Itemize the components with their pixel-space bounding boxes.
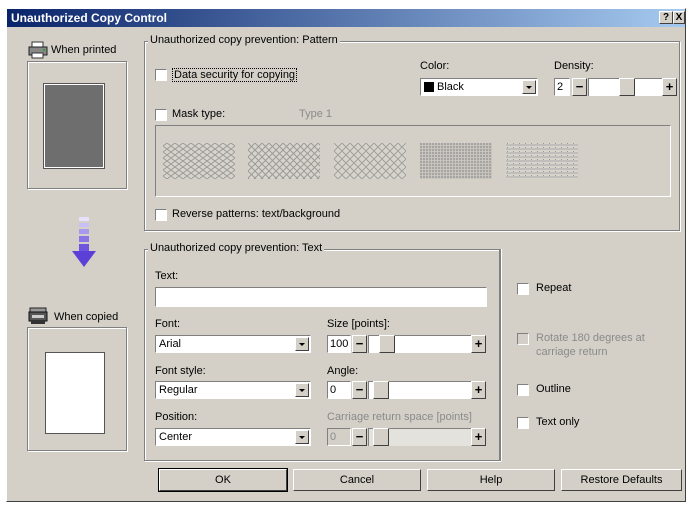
- ok-button[interactable]: OK: [159, 469, 287, 491]
- chevron-down-icon[interactable]: [295, 337, 309, 351]
- reverse-patterns-checkbox[interactable]: [155, 209, 167, 221]
- rotate-180-checkbox: [517, 333, 529, 345]
- down-arrow-icon: [71, 217, 97, 274]
- repeat-checkbox[interactable]: [517, 283, 529, 295]
- repeat-label: Repeat: [536, 282, 572, 294]
- carriage-decrease-button[interactable]: −: [352, 428, 367, 446]
- carriage-slider-thumb[interactable]: [373, 428, 389, 446]
- outline-checkbox[interactable]: [517, 384, 529, 396]
- angle-label: Angle:: [327, 365, 359, 377]
- pattern-thumbnail-1[interactable]: [163, 143, 235, 179]
- font-select[interactable]: Arial: [155, 335, 311, 353]
- font-style-select[interactable]: Regular: [155, 381, 311, 399]
- when-copied-label: When copied: [54, 311, 119, 323]
- printer-icon: [28, 41, 48, 62]
- chevron-down-icon[interactable]: [295, 383, 309, 397]
- angle-slider-track[interactable]: [368, 381, 472, 399]
- position-select[interactable]: Center: [155, 428, 311, 446]
- data-security-checkbox[interactable]: [155, 69, 167, 81]
- dialog-window: Unauthorized Copy Control ? X When print…: [6, 8, 686, 502]
- density-decrease-button[interactable]: −: [572, 78, 587, 96]
- density-slider-track[interactable]: [588, 78, 662, 96]
- density-slider-thumb[interactable]: [619, 78, 635, 96]
- carriage-increase-button[interactable]: +: [471, 428, 486, 446]
- pattern-thumbnail-3[interactable]: [334, 143, 406, 179]
- size-label: Size [points]:: [327, 318, 390, 330]
- text-label: Text:: [155, 270, 179, 282]
- reverse-patterns-label: Reverse patterns: text/background: [172, 208, 341, 220]
- density-increase-button[interactable]: +: [662, 78, 677, 96]
- position-label: Position:: [155, 411, 198, 423]
- outline-label: Outline: [536, 383, 571, 395]
- mask-type-value: Type 1: [299, 108, 333, 120]
- text-group-divider: [500, 249, 502, 461]
- size-slider-thumb[interactable]: [379, 335, 395, 353]
- cancel-button[interactable]: Cancel: [293, 469, 421, 491]
- size-decrease-button[interactable]: −: [352, 335, 367, 353]
- color-swatch: [424, 82, 434, 92]
- mask-type-label: Mask type:: [172, 108, 226, 120]
- help-button[interactable]: Help: [427, 469, 555, 491]
- printed-preview-page: [44, 84, 104, 168]
- data-security-label: Data security for copying: [172, 68, 298, 82]
- mask-type-checkbox[interactable]: [155, 109, 167, 121]
- density-value[interactable]: 2: [554, 78, 570, 96]
- window-title: Unauthorized Copy Control: [11, 11, 167, 25]
- font-style-label: Font style:: [155, 365, 206, 377]
- copier-icon: [28, 307, 48, 328]
- chevron-down-icon[interactable]: [295, 430, 309, 444]
- rotate-180-label-line1: Rotate 180 degrees at: [536, 332, 645, 344]
- carriage-space-value: 0: [327, 428, 351, 446]
- printed-preview-frame: [27, 61, 127, 189]
- restore-defaults-button[interactable]: Restore Defaults: [561, 469, 682, 491]
- angle-value[interactable]: 0: [327, 381, 351, 399]
- copied-preview-page: [45, 352, 105, 434]
- pattern-thumbnail-5[interactable]: [506, 143, 578, 179]
- pattern-thumbnail-4[interactable]: [420, 143, 492, 179]
- color-label: Color:: [420, 60, 450, 72]
- density-label: Density:: [554, 60, 594, 72]
- text-group-title: Unauthorized copy prevention: Text: [148, 242, 325, 254]
- help-title-button[interactable]: ?: [659, 11, 673, 24]
- font-label: Font:: [155, 318, 181, 330]
- copied-preview-frame: [27, 327, 127, 451]
- pattern-thumbnail-2[interactable]: [248, 143, 320, 179]
- size-slider-track[interactable]: [368, 335, 472, 353]
- angle-decrease-button[interactable]: −: [352, 381, 367, 399]
- angle-slider-thumb[interactable]: [373, 381, 389, 399]
- title-bar: Unauthorized Copy Control ? X: [7, 9, 685, 27]
- pattern-group-title: Unauthorized copy prevention: Pattern: [148, 34, 340, 46]
- when-printed-label: When printed: [51, 44, 117, 56]
- color-value: Black: [437, 81, 464, 93]
- text-only-checkbox[interactable]: [517, 417, 529, 429]
- text-input[interactable]: [155, 287, 487, 307]
- rotate-180-label-line2: carriage return: [536, 346, 608, 358]
- chevron-down-icon[interactable]: [522, 80, 536, 94]
- carriage-slider-track[interactable]: [368, 428, 472, 446]
- carriage-space-label: Carriage return space [points]: [327, 411, 472, 423]
- angle-increase-button[interactable]: +: [471, 381, 486, 399]
- size-value[interactable]: 100: [327, 335, 351, 353]
- color-select[interactable]: Black: [420, 78, 538, 96]
- text-only-label: Text only: [536, 416, 580, 428]
- close-button[interactable]: X: [673, 11, 685, 24]
- size-increase-button[interactable]: +: [471, 335, 486, 353]
